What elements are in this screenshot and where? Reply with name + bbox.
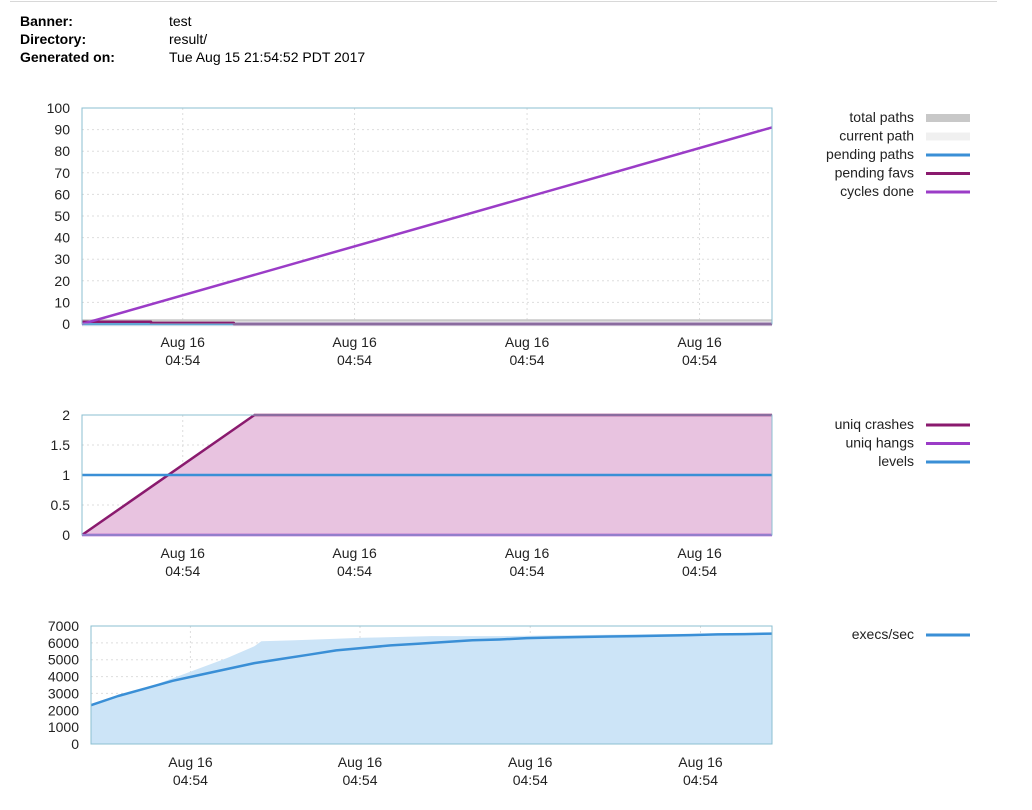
y-tick-label: 0 — [71, 736, 79, 752]
x-tick-label: Aug 16 — [332, 334, 377, 350]
x-tick-label: 04:54 — [342, 772, 377, 788]
legend-label-cycles-done: cycles done — [840, 183, 914, 199]
x-tick-label: Aug 16 — [677, 334, 722, 350]
x-tick-label: Aug 16 — [505, 545, 550, 561]
y-tick-label: 6000 — [48, 635, 79, 651]
legend-label-execs: execs/sec — [852, 626, 914, 642]
y-tick-label: 4000 — [48, 669, 79, 685]
x-tick-label: 04:54 — [510, 352, 545, 368]
x-tick-label: 04:54 — [513, 772, 548, 788]
x-tick-label: Aug 16 — [168, 754, 213, 770]
x-tick-label: 04:54 — [165, 563, 200, 579]
y-tick-label: 100 — [47, 100, 71, 116]
y-tick-label: 0 — [62, 527, 70, 543]
x-tick-label: 04:54 — [337, 352, 372, 368]
y-tick-label: 80 — [54, 143, 70, 159]
x-tick-label: Aug 16 — [505, 334, 550, 350]
y-tick-label: 50 — [54, 208, 70, 224]
y-tick-label: 10 — [54, 294, 70, 310]
y-tick-label: 1.5 — [51, 437, 71, 453]
legend-label-levels: levels — [878, 453, 914, 469]
y-tick-label: 20 — [54, 273, 70, 289]
x-tick-label: 04:54 — [337, 563, 372, 579]
y-tick-label: 40 — [54, 230, 70, 246]
x-tick-label: Aug 16 — [508, 754, 553, 770]
x-tick-label: Aug 16 — [161, 545, 206, 561]
x-tick-label: 04:54 — [173, 772, 208, 788]
x-tick-label: Aug 16 — [677, 545, 722, 561]
x-tick-label: 04:54 — [165, 352, 200, 368]
x-tick-label: Aug 16 — [678, 754, 723, 770]
y-tick-label: 1000 — [48, 719, 79, 735]
y-tick-label: 1 — [62, 467, 70, 483]
x-tick-label: 04:54 — [683, 772, 718, 788]
legend-label-total-paths: total paths — [849, 109, 914, 125]
y-tick-label: 60 — [54, 186, 70, 202]
x-tick-label: 04:54 — [682, 352, 717, 368]
y-tick-label: 0.5 — [51, 497, 71, 513]
y-tick-label: 2000 — [48, 702, 79, 718]
y-tick-label: 3000 — [48, 685, 79, 701]
legend-label-pending-favs: pending favs — [835, 165, 914, 181]
y-tick-label: 70 — [54, 165, 70, 181]
x-tick-label: 04:54 — [510, 563, 545, 579]
legend-label-uniq-hangs: uniq hangs — [845, 435, 914, 451]
legend-label-uniq-crashes: uniq crashes — [835, 416, 914, 432]
y-tick-label: 30 — [54, 251, 70, 267]
x-tick-label: 04:54 — [682, 563, 717, 579]
y-tick-label: 2 — [62, 407, 70, 423]
y-tick-label: 90 — [54, 122, 70, 138]
y-tick-label: 7000 — [48, 618, 79, 634]
legend-label-current-path: current path — [839, 128, 914, 144]
x-tick-label: Aug 16 — [161, 334, 206, 350]
legend-label-pending-paths: pending paths — [826, 146, 914, 162]
x-tick-label: Aug 16 — [338, 754, 383, 770]
charts-canvas: 0102030405060708090100Aug 1604:54Aug 160… — [47, 100, 970, 788]
x-tick-label: Aug 16 — [332, 545, 377, 561]
y-tick-label: 0 — [62, 316, 70, 332]
y-tick-label: 5000 — [48, 652, 79, 668]
